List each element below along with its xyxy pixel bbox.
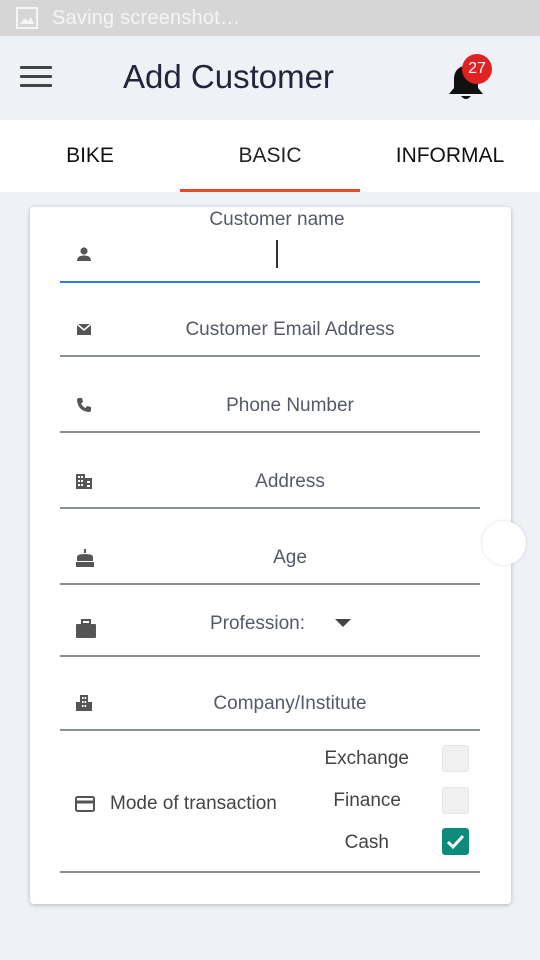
checkmark-icon [446,834,465,850]
finance-checkbox[interactable] [442,787,469,814]
profession-dropdown[interactable]: Profession: [60,609,480,659]
age-field[interactable]: Age [60,535,480,587]
finance-label: Finance [333,790,401,811]
exchange-checkbox[interactable] [442,745,469,772]
cake-icon [76,549,94,567]
exchange-label: Exchange [324,748,409,769]
mode-underline [60,871,480,873]
customer-name-field[interactable] [60,237,480,283]
phone-placeholder: Phone Number [226,395,354,416]
company-field[interactable]: Company/Institute [60,681,480,733]
phone-underline [60,431,480,433]
hamburger-menu-icon[interactable] [20,66,52,90]
image-icon [16,7,38,29]
email-placeholder: Customer Email Address [185,319,395,340]
notification-badge: 27 [462,54,492,84]
chevron-down-icon [335,619,351,627]
credit-card-icon [75,796,95,812]
age-underline [60,583,480,585]
mode-of-transaction-label: Mode of transaction [110,793,277,814]
email-underline [60,355,480,357]
address-underline [60,507,480,509]
person-icon [77,247,91,261]
cash-label: Cash [344,832,389,853]
phone-icon [77,398,91,412]
city-icon [76,695,92,711]
profession-placeholder: Profession: [209,613,306,634]
company-underline [60,729,480,731]
customer-name-label: Customer name [209,209,345,230]
age-placeholder: Age [273,547,307,568]
text-cursor [276,240,278,268]
profession-underline [60,655,480,657]
address-placeholder: Address [255,471,325,492]
tab-informal[interactable]: INFORMAL [360,120,540,192]
tab-basic[interactable]: BASIC [180,120,360,192]
status-text: Saving screenshot… [52,6,241,29]
customer-name-underline [60,281,480,283]
cash-checkbox[interactable] [442,828,469,855]
company-placeholder: Company/Institute [213,693,367,714]
address-field[interactable]: Address [60,459,480,511]
status-bar: Saving screenshot… [0,0,540,36]
mail-icon [76,323,92,335]
app-bar: Add Customer 27 [0,36,540,120]
tab-bike[interactable]: BIKE [0,120,180,192]
phone-field[interactable]: Phone Number [60,383,480,435]
floating-handle[interactable] [482,521,526,565]
email-field[interactable]: Customer Email Address [60,307,480,359]
page-title: Add Customer [123,58,334,95]
tab-bar: BIKE BASIC INFORMAL [0,120,540,192]
customer-form-card: Customer name Customer Email Address Pho… [30,207,511,904]
building-icon [76,474,92,489]
